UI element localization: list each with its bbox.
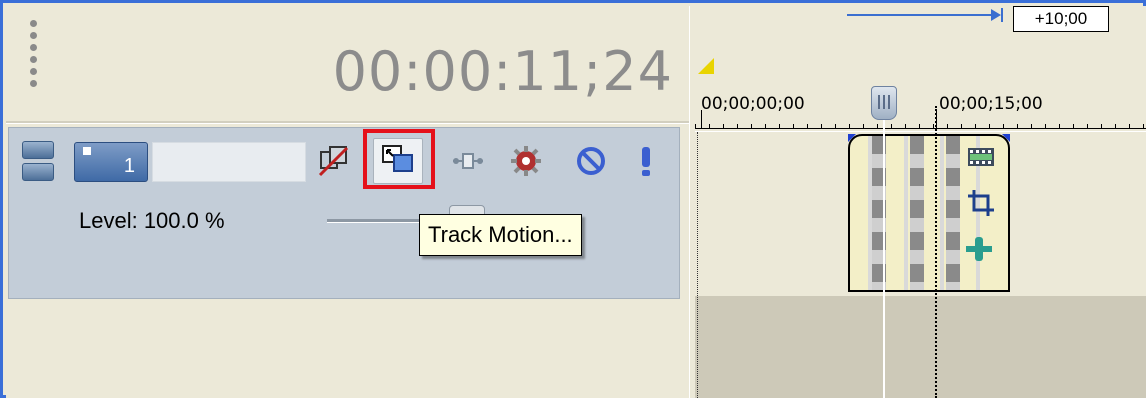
mute-icon[interactable] <box>574 144 608 178</box>
separator <box>6 121 691 124</box>
project-start-marker-icon <box>698 58 714 74</box>
region-end-marker[interactable] <box>1001 8 1003 22</box>
expand-track-icon[interactable] <box>22 141 56 183</box>
region-end-arrow-icon <box>991 9 1001 21</box>
ruler-time-label: 00;00;15;00 <box>939 94 1043 114</box>
drag-grip-icon[interactable] <box>28 20 40 102</box>
loop-region-line <box>847 14 997 16</box>
crop-icon[interactable] <box>966 188 996 218</box>
lane-edge <box>697 132 699 398</box>
timeline-pane: +10;00 00;00;00;00 00;00;15;00 <box>695 6 1146 398</box>
track-motion-icon <box>382 145 413 172</box>
playhead-cursor-line[interactable] <box>883 116 885 398</box>
grid-marker-line <box>935 106 938 398</box>
clip-thumbnail-stripe <box>946 136 960 290</box>
track-number-badge[interactable]: 1 <box>74 142 148 182</box>
clip-fade-in-handle[interactable] <box>848 134 856 142</box>
track-fx-icon[interactable] <box>509 144 543 178</box>
ruler-time-label: 00;00;00;00 <box>701 94 805 114</box>
ruler-major-tick <box>701 110 702 128</box>
track-motion-tooltip: Track Motion... <box>419 214 582 256</box>
track-motion-button[interactable] <box>373 138 423 184</box>
track-list-pane: 00:00:11;24 1 Level: 100.0 % Track Motio… <box>6 6 691 398</box>
clip-fade-out-handle[interactable] <box>1002 134 1010 142</box>
film-event-icon[interactable] <box>966 142 996 172</box>
track-name-field[interactable] <box>152 142 306 182</box>
playhead-handle[interactable] <box>871 86 897 120</box>
level-label: Level: 100.0 % <box>79 208 225 233</box>
event-fx-icon[interactable] <box>964 234 994 264</box>
editor-window: 00:00:11;24 1 Level: 100.0 % Track Motio… <box>0 0 1146 398</box>
time-ruler[interactable] <box>695 118 1146 129</box>
video-event-clip[interactable] <box>848 134 1010 292</box>
composite-mode-icon[interactable] <box>317 144 351 178</box>
timecode-display: 00:00:11;24 <box>332 40 673 103</box>
empty-track-lane[interactable] <box>695 296 1146 398</box>
track-number: 1 <box>123 155 135 177</box>
parent-child-icon[interactable] <box>451 144 485 178</box>
region-length-label: +10;00 <box>1013 6 1109 32</box>
video-track-header: 1 Level: 100.0 % Track Motion... <box>8 127 680 299</box>
solo-icon[interactable] <box>629 144 663 178</box>
clip-thumbnail-stripe <box>910 136 924 290</box>
